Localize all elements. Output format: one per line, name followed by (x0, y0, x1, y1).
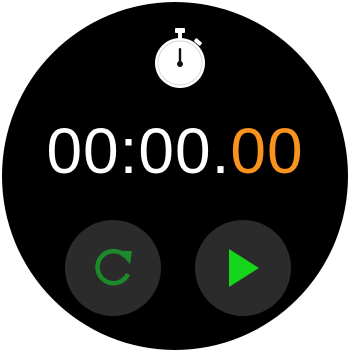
start-button[interactable] (195, 220, 291, 316)
watch-face: 00:00.00 (2, 2, 348, 350)
time-display: 00:00.00 (2, 113, 348, 189)
time-hundredths: 00 (230, 115, 304, 187)
stopwatch-icon (153, 28, 207, 90)
time-main: 00:00. (46, 115, 231, 187)
play-icon (223, 246, 263, 290)
reset-button[interactable] (65, 220, 161, 316)
reset-icon (90, 245, 136, 291)
